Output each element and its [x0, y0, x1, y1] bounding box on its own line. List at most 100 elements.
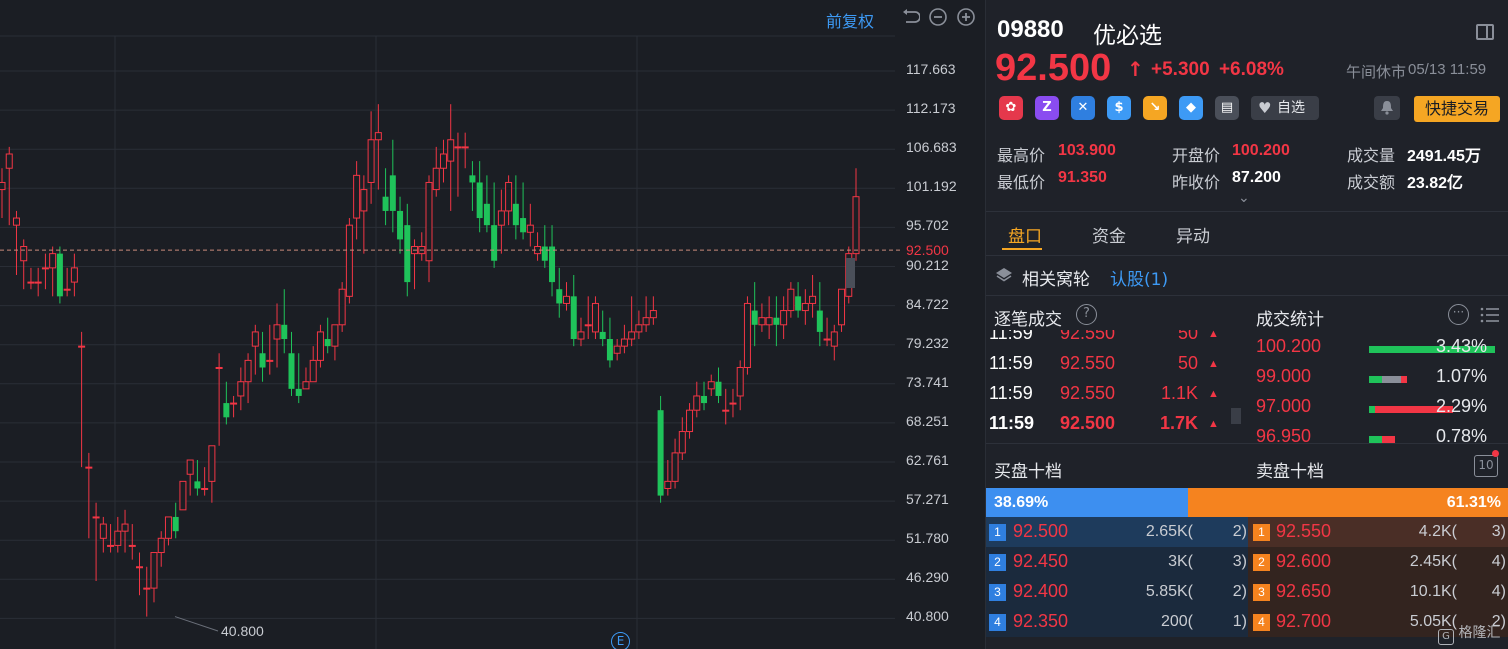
candlestick-plot[interactable] [0, 0, 985, 649]
candle[interactable] [251, 324, 259, 375]
candle[interactable] [686, 403, 694, 439]
candle[interactable] [397, 196, 404, 254]
candle[interactable] [85, 452, 93, 539]
candle[interactable] [823, 317, 831, 347]
kline-chart[interactable]: 前复权 117.663 112.173 106.683 101.192 95.702 90… [0, 0, 985, 649]
candle[interactable] [121, 509, 129, 553]
undo-icon[interactable] [900, 7, 920, 27]
orderbook-row[interactable]: 1 92.500 2.65K(2) 1 92.550 4.2K(3) [986, 517, 1508, 547]
candle[interactable] [556, 267, 563, 318]
candle[interactable] [56, 246, 63, 304]
candle[interactable] [743, 296, 751, 375]
candle[interactable] [439, 139, 447, 183]
candle[interactable] [92, 502, 100, 581]
candle[interactable] [164, 516, 172, 546]
candle[interactable] [715, 367, 722, 404]
candle[interactable] [809, 274, 817, 318]
candle[interactable] [215, 353, 223, 446]
candle[interactable] [664, 460, 672, 496]
candle[interactable] [563, 282, 571, 311]
candle[interactable] [628, 296, 636, 347]
tab-movement[interactable]: 异动 [1176, 222, 1210, 247]
candle[interactable] [20, 239, 28, 290]
candle[interactable] [520, 182, 527, 240]
orderbook-row[interactable]: 4 92.350 200(1) 4 92.700 5.05K(2) [986, 607, 1508, 637]
hk-market-icon[interactable]: ✿ [999, 96, 1023, 120]
candle[interactable] [693, 381, 701, 418]
candle[interactable] [780, 296, 788, 340]
candle[interactable] [838, 288, 846, 332]
candle[interactable] [389, 139, 396, 233]
candle[interactable] [577, 317, 585, 347]
candle[interactable] [107, 524, 115, 553]
candle[interactable] [613, 339, 621, 361]
candle[interactable] [491, 182, 498, 268]
candle[interactable] [208, 445, 216, 503]
candle[interactable] [281, 289, 288, 354]
candle[interactable] [736, 360, 744, 411]
alert-bell-icon[interactable] [1374, 96, 1400, 120]
candle[interactable] [331, 324, 339, 361]
leverage-icon[interactable]: Z [1035, 96, 1059, 120]
list-menu-icon[interactable] [1480, 306, 1500, 324]
report-icon[interactable]: ▤ [1215, 96, 1239, 120]
candle[interactable] [338, 282, 346, 332]
candle[interactable] [461, 132, 469, 169]
candle[interactable] [606, 317, 613, 368]
candle[interactable] [591, 296, 599, 340]
candle[interactable] [418, 232, 426, 261]
depth-ten-icon[interactable]: 10 [1474, 455, 1498, 477]
candle[interactable] [237, 367, 245, 411]
candle[interactable] [99, 516, 107, 553]
candle[interactable] [309, 346, 317, 383]
candle[interactable] [620, 324, 628, 354]
candle[interactable] [128, 524, 136, 560]
candle[interactable] [78, 331, 86, 468]
candle[interactable] [230, 395, 238, 418]
help-icon[interactable]: ? [1076, 304, 1097, 325]
more-icon[interactable]: ··· [1448, 304, 1469, 325]
candle[interactable] [599, 310, 606, 347]
candle[interactable] [432, 146, 440, 197]
candle[interactable] [27, 267, 35, 290]
orderbook-row[interactable]: 3 92.400 5.85K(2) 3 92.650 10.1K(4) [986, 577, 1508, 607]
expand-chevron-icon[interactable]: ⌄ [1238, 190, 1250, 206]
candle[interactable] [787, 282, 795, 318]
candle[interactable] [678, 417, 686, 461]
candle[interactable] [852, 168, 860, 261]
candle[interactable] [157, 531, 165, 567]
candle[interactable] [483, 175, 490, 233]
warrants-link[interactable]: 认股(1) [1110, 265, 1168, 290]
candle[interactable] [143, 566, 151, 617]
candle[interactable] [288, 331, 295, 396]
orderbook-row[interactable]: 2 92.450 3K(3) 2 92.600 2.45K(4) [986, 547, 1508, 577]
candle[interactable] [447, 104, 455, 211]
candle[interactable] [795, 282, 802, 318]
candle[interactable] [34, 267, 42, 297]
candle[interactable] [773, 296, 780, 347]
candle[interactable] [469, 161, 476, 211]
candle[interactable] [534, 232, 542, 261]
candle[interactable] [63, 267, 71, 297]
candle[interactable] [302, 367, 310, 390]
candle[interactable] [345, 218, 353, 304]
dividend-icon[interactable]: $ [1107, 96, 1131, 120]
candle[interactable] [512, 175, 519, 240]
adjust-mode-button[interactable]: 前复权 [826, 8, 874, 32]
tab-capital[interactable]: 资金 [1092, 222, 1126, 247]
candle[interactable] [649, 296, 657, 325]
candle[interactable] [411, 239, 419, 290]
candle[interactable] [657, 395, 664, 503]
candle[interactable] [360, 175, 368, 254]
candle[interactable] [114, 516, 122, 553]
candle[interactable] [526, 203, 534, 247]
candle[interactable] [201, 467, 209, 496]
ticks-scrollbar[interactable] [1231, 408, 1241, 424]
tab-orderbook[interactable]: 盘口 [1008, 222, 1042, 247]
candle[interactable] [830, 324, 838, 361]
candle[interactable] [273, 303, 281, 368]
candle[interactable] [729, 388, 737, 418]
candle[interactable] [324, 317, 331, 354]
candle[interactable] [707, 374, 715, 396]
candle[interactable] [701, 381, 708, 411]
